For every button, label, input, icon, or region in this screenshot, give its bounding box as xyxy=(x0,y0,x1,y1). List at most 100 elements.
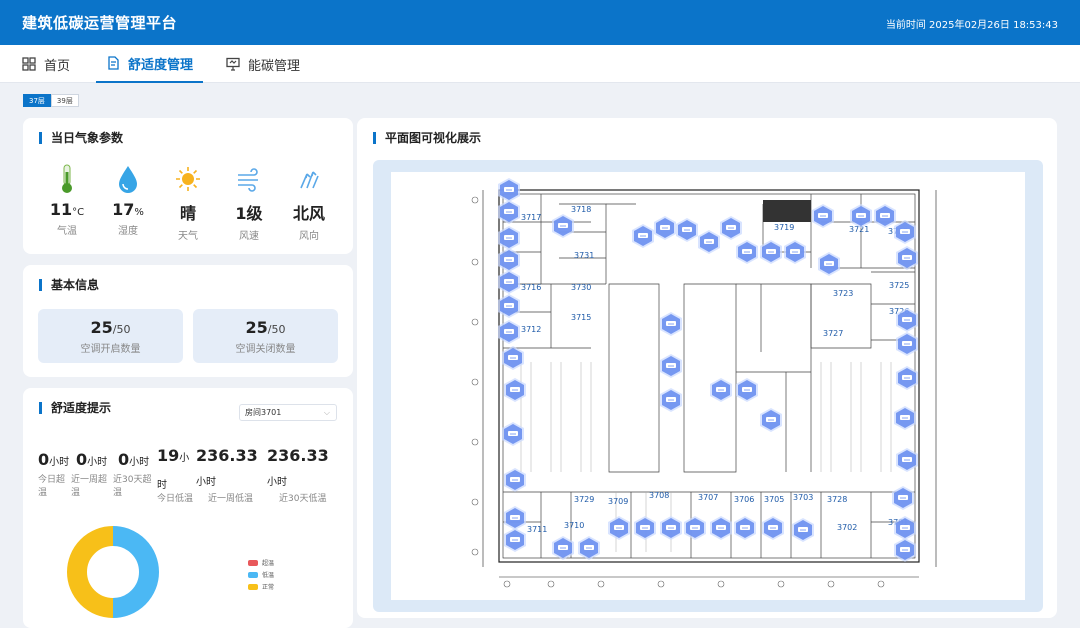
room-label-3717[interactable]: 3717 xyxy=(521,213,541,222)
ac-unit-icon[interactable] xyxy=(498,270,520,294)
ac-unit-icon[interactable] xyxy=(894,538,916,562)
legend-swatch xyxy=(248,559,258,566)
metric-unit: 小时 xyxy=(196,477,216,488)
comfort-title: 舒适度提示 xyxy=(39,402,111,414)
donut-slice-2[interactable] xyxy=(67,526,114,618)
ac-unit-icon[interactable] xyxy=(818,252,840,276)
room-label-3728[interactable]: 3728 xyxy=(827,495,847,504)
floor-tab-39[interactable]: 39层 xyxy=(50,94,79,107)
ac-unit-icon[interactable] xyxy=(654,216,676,240)
weather-card: 当日气象参数 11°C 气温 17% 湿度 晴 天气 1级 风速 北风 风向 xyxy=(23,118,353,254)
ac-unit-icon[interactable] xyxy=(720,216,742,240)
room-label-3727[interactable]: 3727 xyxy=(823,329,843,338)
room-label-3730[interactable]: 3730 xyxy=(571,283,591,292)
weather-humidity: 17% 湿度 xyxy=(108,164,148,237)
ac-on-label: 空调开启数量 xyxy=(80,344,141,355)
weather-label: 天气 xyxy=(178,231,198,242)
ac-unit-icon[interactable] xyxy=(660,312,682,336)
room-label-3725[interactable]: 3725 xyxy=(889,281,909,290)
tab-energy[interactable]: 能碳管理 xyxy=(226,45,300,83)
ac-unit-icon[interactable] xyxy=(784,240,806,264)
ac-unit-icon[interactable] xyxy=(498,294,520,318)
ac-unit-icon[interactable] xyxy=(710,378,732,402)
ac-unit-icon[interactable] xyxy=(498,178,520,202)
ac-unit-icon[interactable] xyxy=(502,422,524,446)
room-label-3711[interactable]: 3711 xyxy=(527,525,547,534)
ac-unit-icon[interactable] xyxy=(504,506,526,530)
weather-title: 当日气象参数 xyxy=(39,132,123,144)
ac-unit-icon[interactable] xyxy=(684,516,706,540)
ac-unit-icon[interactable] xyxy=(504,528,526,552)
shaded-area xyxy=(763,200,811,222)
room-label-3709[interactable]: 3709 xyxy=(608,497,628,506)
room-label-3718[interactable]: 3718 xyxy=(571,205,591,214)
weather-temperature: 11°C 气温 xyxy=(47,164,87,237)
ac-unit-icon[interactable] xyxy=(634,516,656,540)
metric-label: 近一周低温 xyxy=(208,494,254,504)
ac-unit-icon[interactable] xyxy=(498,200,520,224)
room-select[interactable]: 房间3701 ⌵ xyxy=(239,404,337,421)
metric-today-cold: 19小时 xyxy=(157,444,193,498)
ac-unit-icon[interactable] xyxy=(792,518,814,542)
room-label-3715[interactable]: 3715 xyxy=(571,313,591,322)
ac-unit-icon[interactable] xyxy=(504,378,526,402)
room-label-3706[interactable]: 3706 xyxy=(734,495,754,504)
room-label-3707[interactable]: 3707 xyxy=(698,493,718,502)
tab-home[interactable]: 首页 xyxy=(22,45,70,83)
floor-plan-drawing: 3717371837313719372137223716373037153723… xyxy=(471,178,937,588)
room-label-3702[interactable]: 3702 xyxy=(837,523,857,532)
current-time: 当前时间 2025年02月26日 18:53:43 xyxy=(885,20,1058,31)
ac-unit-icon[interactable] xyxy=(874,204,896,228)
ac-unit-icon[interactable] xyxy=(736,240,758,264)
ac-unit-icon[interactable] xyxy=(608,516,630,540)
ac-unit-icon[interactable] xyxy=(892,486,914,510)
ac-unit-icon[interactable] xyxy=(498,226,520,250)
floor-tab-37[interactable]: 37层 xyxy=(23,94,51,107)
ac-unit-icon[interactable] xyxy=(504,468,526,492)
ac-unit-icon[interactable] xyxy=(660,354,682,378)
room-label-3731[interactable]: 3731 xyxy=(574,251,594,260)
wind-direction-value: 北风 xyxy=(292,204,325,223)
ac-on-count: 25 xyxy=(90,318,113,337)
tab-comfort-label: 舒适度管理 xyxy=(128,57,194,73)
room-label-3703[interactable]: 3703 xyxy=(793,493,813,502)
ac-unit-icon[interactable] xyxy=(760,408,782,432)
ac-off-label: 空调关闭数量 xyxy=(235,344,296,355)
ac-unit-icon[interactable] xyxy=(552,214,574,238)
room-label-3710[interactable]: 3710 xyxy=(564,521,584,530)
ac-unit-icon[interactable] xyxy=(734,516,756,540)
room-label-3705[interactable]: 3705 xyxy=(764,495,784,504)
tab-comfort[interactable]: 舒适度管理 xyxy=(96,45,204,83)
metric-week-overheat: 0小时 xyxy=(76,450,107,469)
donut-slice-1[interactable] xyxy=(112,526,159,618)
ac-unit-icon[interactable] xyxy=(894,220,916,244)
humidity-label: 湿度 xyxy=(118,226,138,237)
ac-unit-icon[interactable] xyxy=(676,218,698,242)
ac-unit-icon[interactable] xyxy=(498,320,520,344)
room-label-3719[interactable]: 3719 xyxy=(774,223,794,232)
ac-unit-icon[interactable] xyxy=(632,224,654,248)
ac-unit-icon[interactable] xyxy=(736,378,758,402)
floorplan-canvas: 3717371837313719372137223716373037153723… xyxy=(391,172,1025,600)
room-label-3723[interactable]: 3723 xyxy=(833,289,853,298)
ac-unit-icon[interactable] xyxy=(894,406,916,430)
metric-week-cold: 236.33 小时 xyxy=(196,444,266,495)
ac-unit-icon[interactable] xyxy=(502,346,524,370)
room-label-3716[interactable]: 3716 xyxy=(521,283,541,292)
ac-unit-icon[interactable] xyxy=(812,204,834,228)
ac-unit-icon[interactable] xyxy=(710,516,732,540)
ac-unit-icon[interactable] xyxy=(762,516,784,540)
metric-value: 236.33 xyxy=(196,446,258,465)
ac-unit-icon[interactable] xyxy=(698,230,720,254)
ac-unit-icon[interactable] xyxy=(660,388,682,412)
ac-unit-icon[interactable] xyxy=(498,248,520,272)
room-label-3708[interactable]: 3708 xyxy=(649,491,669,500)
legend-item-overheat: 超温 xyxy=(248,558,274,567)
ac-unit-icon[interactable] xyxy=(578,536,600,560)
metric-month-cold: 236.33 小时 xyxy=(267,444,337,495)
legend-swatch xyxy=(248,571,258,578)
room-label-3729[interactable]: 3729 xyxy=(574,495,594,504)
ac-unit-icon[interactable] xyxy=(660,516,682,540)
room-label-3712[interactable]: 3712 xyxy=(521,325,541,334)
metric-unit: 小时 xyxy=(49,457,70,468)
